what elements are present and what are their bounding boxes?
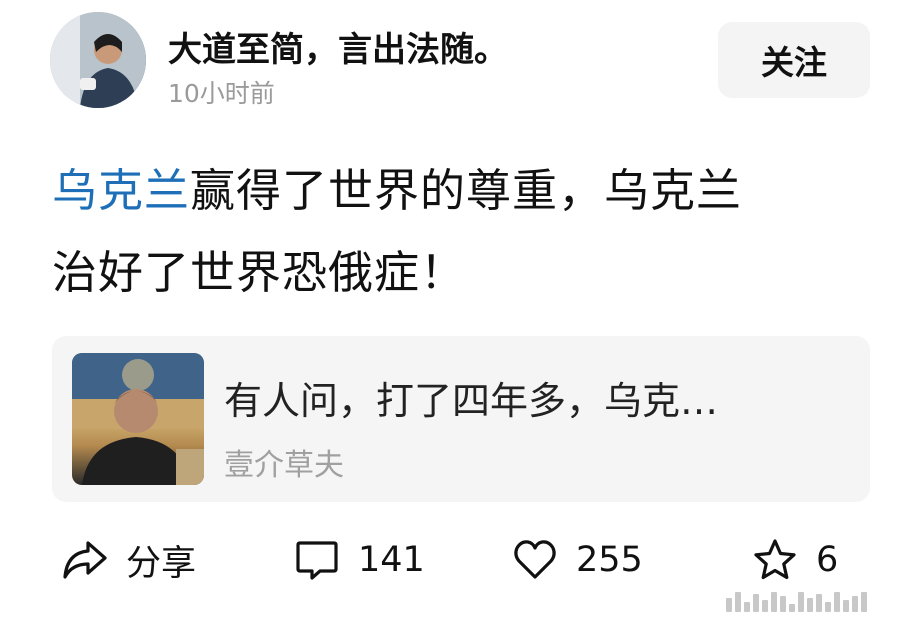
topic-link-ukraine[interactable]: 乌克兰 — [52, 164, 190, 217]
share-button[interactable]: 分享 — [62, 532, 196, 588]
follow-button[interactable]: 关注 — [718, 22, 870, 98]
quoted-article-author: 壹介草夫 — [224, 448, 344, 483]
post-line-1: 乌克兰赢得了世界的尊重，乌克兰 — [52, 150, 892, 232]
comment-button[interactable]: 141 — [294, 532, 425, 588]
post-text-1: 赢得了世界的尊重，乌克兰 — [190, 164, 743, 217]
share-icon — [62, 537, 108, 583]
author-avatar[interactable] — [50, 12, 146, 108]
like-button[interactable]: 255 — [512, 532, 643, 588]
quoted-article-card[interactable]: 有人问，打了四年多，乌克… 壹介草夫 — [52, 336, 870, 502]
like-count: 255 — [576, 540, 643, 580]
article-thumbnail — [72, 353, 204, 485]
comment-icon — [294, 537, 340, 583]
favorite-button[interactable]: 6 — [752, 532, 838, 588]
quoted-article-title: 有人问，打了四年多，乌克… — [224, 379, 719, 423]
thumbnail-person — [72, 353, 204, 485]
heart-icon — [512, 537, 558, 583]
comment-count: 141 — [358, 540, 425, 580]
post-text: 乌克兰赢得了世界的尊重，乌克兰 治好了世界恐俄症！ — [52, 150, 892, 314]
post-line-2: 治好了世界恐俄症！ — [52, 246, 467, 299]
star-icon — [752, 537, 798, 583]
avatar-figure — [50, 12, 146, 108]
favorite-count: 6 — [816, 540, 839, 580]
post-timestamp: 10小时前 — [168, 79, 275, 108]
watermark — [726, 588, 906, 612]
share-label: 分享 — [126, 543, 197, 584]
author-name[interactable]: 大道至简，言出法随。 — [168, 22, 508, 71]
